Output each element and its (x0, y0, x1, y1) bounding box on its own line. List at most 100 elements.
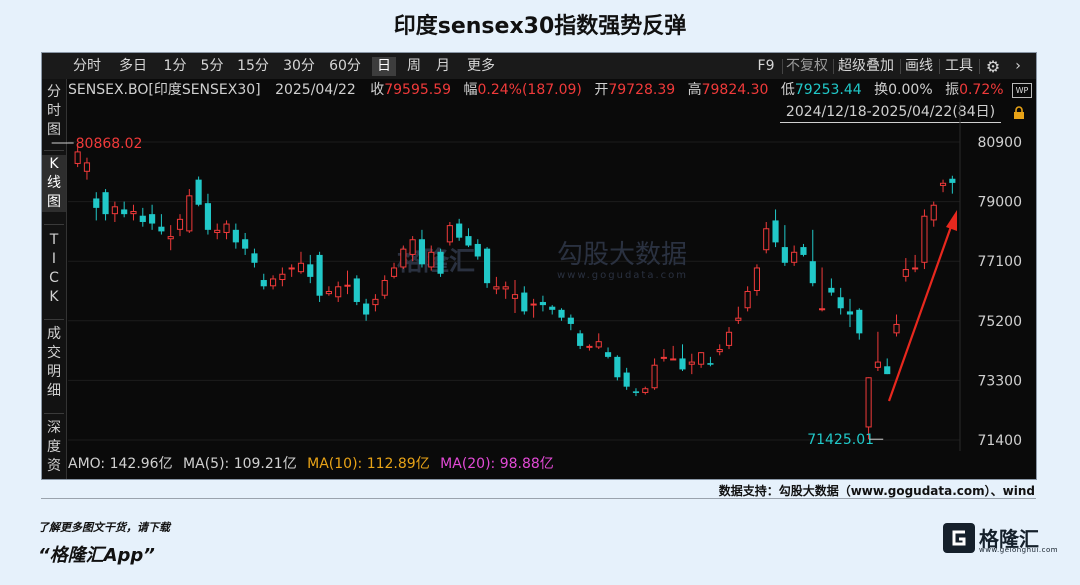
candle (744, 286, 751, 312)
period-button-1min[interactable]: 1分 (160, 57, 190, 76)
candle (409, 236, 416, 262)
candle-body (74, 151, 81, 164)
draw-line-button[interactable]: 画线 (902, 57, 936, 76)
candle-body (735, 317, 742, 321)
app-name[interactable]: “格隆汇App” (38, 541, 155, 567)
chevron-right-icon[interactable]: › (1010, 57, 1026, 76)
lock-icon[interactable] (1012, 105, 1026, 119)
candle-body (632, 391, 640, 393)
change-label: 幅 (463, 82, 478, 98)
watermark-cn: 勾股大数据 (557, 240, 687, 270)
candle-body (567, 317, 574, 324)
amplitude-value: 0.72% (959, 82, 1004, 98)
candle-body (930, 204, 937, 221)
low-annotation: 71425.01 (807, 432, 874, 448)
side-tab-kline[interactable]: K线图 (42, 155, 66, 212)
candle (670, 345, 677, 361)
period-button-week[interactable]: 周 (403, 57, 425, 76)
page-title: 印度sensex30指数强势反弹 (393, 14, 687, 39)
y-tick-label: 73300 (977, 373, 1022, 389)
no-adjust-button[interactable]: 不复权 (784, 57, 830, 76)
amo-label: AMO: 142.96亿 (68, 456, 173, 472)
candle (912, 254, 919, 273)
tools-button[interactable]: 工具 (942, 57, 976, 76)
candle (586, 344, 593, 351)
symbol-name: SENSEX.BO[印度SENSEX30] (68, 82, 261, 98)
candle-body (418, 239, 426, 265)
side-tab-detail[interactable]: 成交明细 (42, 325, 66, 401)
f9-button[interactable]: F9 (754, 57, 778, 76)
candle-body (642, 388, 649, 393)
candle (474, 239, 481, 260)
candle (288, 264, 295, 277)
candle-body (874, 361, 881, 368)
candle-body (344, 284, 351, 287)
period-button-60min[interactable]: 60分 (326, 57, 364, 76)
candle (279, 267, 286, 287)
candle (772, 209, 779, 248)
side-tab-depth[interactable]: 深度资 (42, 419, 66, 476)
candle-body (102, 192, 109, 215)
candle-body (698, 352, 705, 365)
candle (781, 225, 788, 266)
period-button-5min[interactable]: 5分 (197, 57, 227, 76)
candle (297, 251, 305, 274)
candle (651, 358, 658, 390)
candle (949, 175, 956, 194)
gelonghui-logo-icon (943, 523, 975, 557)
quote-date: 2025/04/22 (275, 82, 356, 98)
candle-body (651, 364, 658, 389)
candle (642, 386, 649, 395)
candle-body (604, 352, 612, 357)
candle-body (828, 287, 835, 293)
amplitude-label: 振 (945, 82, 960, 98)
candle (446, 221, 453, 246)
period-button-day[interactable]: 日 (372, 57, 396, 76)
candle-body (297, 262, 305, 273)
candle (316, 251, 323, 302)
candle (363, 298, 370, 321)
candle-body (409, 239, 416, 255)
candle-body (186, 195, 193, 232)
candle (530, 298, 537, 318)
period-button-30min[interactable]: 30分 (280, 57, 318, 76)
candle-body (679, 358, 686, 370)
candle-body (837, 297, 844, 309)
candle-body (865, 377, 872, 428)
side-tab-fenshi[interactable]: 分时图 (42, 83, 66, 140)
candle (679, 344, 686, 371)
candle (688, 353, 695, 375)
side-tab-tick[interactable]: TICK (42, 231, 66, 307)
candle (484, 247, 491, 288)
watermark-url: www.gogudata.com (557, 270, 688, 281)
candle (307, 254, 314, 284)
candle-body (791, 251, 798, 263)
period-button-more[interactable]: 更多 (462, 57, 500, 76)
low-value: 79253.44 (794, 82, 862, 98)
period-button-month[interactable]: 月 (432, 57, 454, 76)
candle-body (400, 248, 407, 268)
logo-url: www.gelonghui.com (979, 546, 1059, 554)
date-range[interactable]: 2024/12/18-2025/04/22(84日) (780, 102, 1001, 123)
candle (223, 220, 230, 240)
candle-body (93, 198, 100, 208)
candle-body (549, 306, 556, 310)
candle (335, 281, 342, 302)
candle (725, 327, 733, 350)
side-tabs: 分时图 K线图 TICK 成交明细 深度资 (42, 79, 67, 479)
candle-body (121, 209, 128, 215)
super-overlay-button[interactable]: 超级叠加 (835, 57, 897, 76)
period-button-fenshi[interactable]: 分时 (68, 57, 106, 76)
candle (139, 207, 146, 227)
candle (753, 264, 761, 296)
ma10-label: MA(10): 112.89亿 (307, 456, 430, 472)
candle (549, 305, 556, 315)
candle-body (363, 303, 370, 315)
period-button-15min[interactable]: 15分 (234, 57, 272, 76)
gear-icon[interactable]: ⚙ (983, 57, 1003, 76)
candle (111, 201, 118, 222)
candle (800, 243, 807, 257)
wp-icon[interactable]: WP (1012, 83, 1032, 98)
candle-body (800, 247, 807, 255)
period-button-duori[interactable]: 多日 (114, 57, 152, 76)
